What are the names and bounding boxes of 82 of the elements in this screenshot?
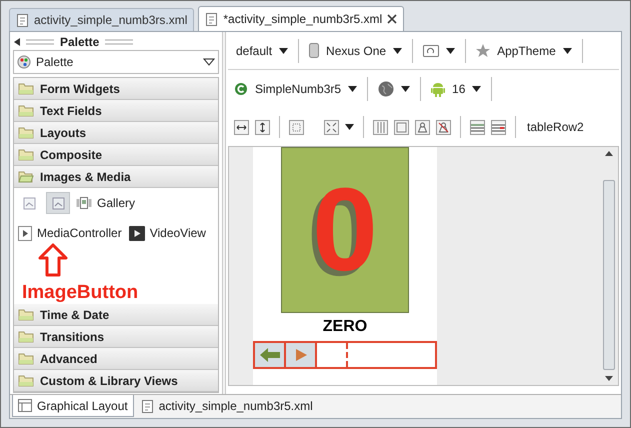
columns-icon[interactable] — [373, 120, 388, 134]
activity-icon — [234, 82, 248, 96]
close-icon[interactable] — [387, 14, 398, 24]
scroll-down-icon[interactable] — [605, 376, 613, 381]
caret-icon — [345, 124, 354, 130]
xml-file-icon — [140, 398, 154, 414]
caret-icon — [446, 48, 456, 54]
dropdown-icon — [203, 58, 215, 66]
palette-dropdown[interactable]: Palette — [13, 50, 219, 74]
dotted-square-icon[interactable] — [289, 120, 304, 134]
up-arrow-icon — [38, 243, 68, 277]
palette-item[interactable]: MediaController — [18, 223, 122, 243]
palette-category[interactable]: Composite — [14, 144, 218, 166]
folder-icon — [18, 308, 34, 321]
toolbar-dropdown[interactable]: default — [236, 38, 300, 62]
grip-icon — [26, 39, 54, 45]
grip-icon — [105, 39, 134, 45]
image-icon — [22, 196, 36, 210]
screen-rotate-icon — [423, 44, 440, 56]
caret-icon — [348, 86, 358, 92]
frame-icon[interactable] — [394, 120, 409, 134]
caption-label: ZERO — [322, 319, 368, 335]
folder-icon — [18, 330, 34, 343]
folder-icon — [18, 82, 34, 95]
palette-category[interactable]: Text Fields — [14, 100, 218, 122]
vertical-arrows-icon[interactable] — [255, 120, 270, 134]
palette-icon — [17, 55, 31, 69]
video-icon — [128, 226, 145, 240]
globe-icon — [378, 81, 394, 97]
editor-tab[interactable]: activity_simple_numb3rs.xml — [9, 8, 194, 31]
play-icon — [18, 226, 32, 240]
palette-category[interactable]: Form Widgets — [14, 78, 218, 100]
caret-icon — [279, 48, 288, 54]
palette-category[interactable]: Custom & Library Views — [14, 370, 218, 392]
palette-category[interactable]: Advanced — [14, 348, 218, 370]
table-icon[interactable] — [491, 120, 506, 134]
toolbar-dropdown[interactable]: Nexus One — [309, 38, 414, 62]
selection-label: tableRow2 — [527, 119, 584, 136]
collapse-icon[interactable] — [14, 38, 20, 46]
folder-icon — [18, 352, 34, 365]
open-folder-icon — [18, 170, 34, 183]
folder-icon — [18, 148, 34, 161]
palette-category[interactable]: Layouts — [14, 122, 218, 144]
file-icon — [16, 12, 29, 28]
phone-icon — [309, 43, 320, 58]
editor-mode-tab[interactable]: Graphical Layout — [12, 395, 134, 417]
toolbar-dropdown[interactable] — [423, 38, 466, 62]
image-button[interactable] — [286, 343, 317, 367]
star-icon — [476, 44, 490, 58]
table-icon[interactable] — [470, 120, 485, 134]
caret-icon — [401, 86, 410, 92]
android-icon — [431, 81, 446, 97]
caret-icon — [472, 86, 482, 92]
callout-label: ImageButton — [22, 281, 138, 305]
editor-tab[interactable]: *activity_simple_numb3r5.xml — [198, 6, 404, 31]
layout-icon — [18, 399, 32, 412]
caret-icon — [562, 48, 572, 54]
folder-icon — [18, 374, 34, 387]
image-icon — [52, 196, 64, 210]
person-icon[interactable] — [415, 120, 430, 134]
toolbar-dropdown[interactable] — [378, 77, 422, 101]
toolbar-dropdown[interactable]: 16 — [431, 77, 492, 101]
gallery-icon — [76, 197, 92, 209]
palette-item[interactable]: VideoView — [128, 223, 206, 243]
horizontal-arrows-icon[interactable] — [234, 120, 249, 134]
person-crossed-icon[interactable] — [436, 120, 451, 134]
caret-icon — [393, 48, 402, 54]
file-icon — [205, 12, 218, 26]
palette-title: Palette — [60, 34, 100, 51]
image-button[interactable] — [255, 343, 286, 367]
scroll-up-icon[interactable] — [605, 151, 613, 156]
palette-item[interactable]: Gallery — [76, 193, 136, 213]
expand-icon[interactable] — [324, 120, 339, 134]
folder-icon — [18, 104, 34, 117]
palette-category[interactable]: Time & Date — [14, 304, 218, 326]
digit-label: 0 — [312, 171, 378, 289]
toolbar-dropdown[interactable]: SimpleNumb3r5 — [234, 77, 368, 101]
folder-icon — [18, 126, 34, 139]
toolbar-dropdown[interactable]: AppTheme — [476, 38, 583, 62]
palette-category[interactable]: Images & Media — [14, 166, 218, 188]
back-arrow-icon — [258, 347, 280, 363]
palette-category[interactable]: Transitions — [14, 326, 218, 348]
